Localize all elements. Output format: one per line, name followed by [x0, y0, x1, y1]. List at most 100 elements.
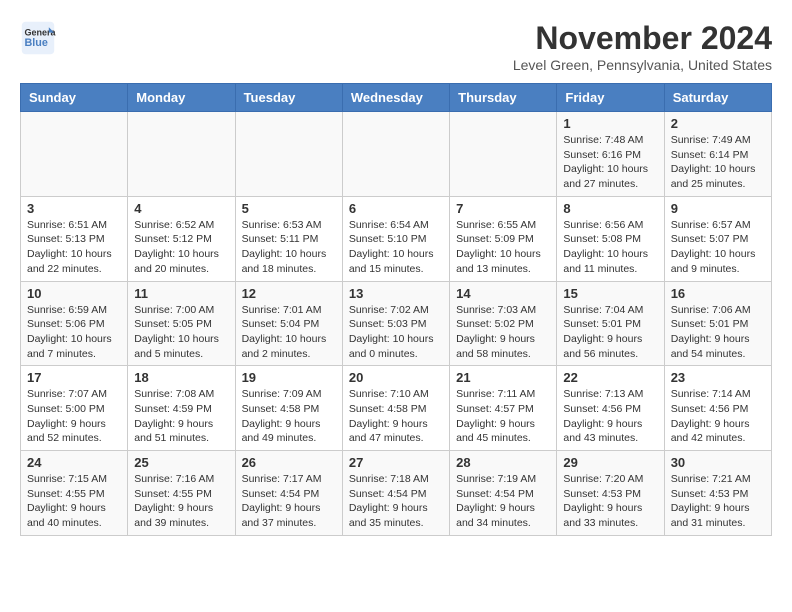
week-row-5: 24Sunrise: 7:15 AM Sunset: 4:55 PM Dayli… [21, 451, 772, 536]
calendar-cell: 5 Sunrise: 6:53 AM Sunset: 5:11 PM Daylig… [235, 196, 342, 281]
day-number: 13 [349, 286, 443, 301]
week-row-1: 1 Sunrise: 7:48 AM Sunset: 6:16 PM Daylig… [21, 112, 772, 197]
day-info: Sunrise: 7:16 AM Sunset: 4:55 PM Dayligh… [134, 472, 228, 531]
calendar-cell: 26 Sunrise: 7:17 AM Sunset: 4:54 PM Dayli… [235, 451, 342, 536]
calendar-cell: 30 Sunrise: 7:21 AM Sunset: 4:53 PM Dayli… [664, 451, 771, 536]
logo: General Blue [20, 20, 56, 56]
calendar-cell: 2 Sunrise: 7:49 AM Sunset: 6:14 PM Daylig… [664, 112, 771, 197]
day-number: 17 [27, 370, 121, 385]
week-row-2: 3 Sunrise: 6:51 AM Sunset: 5:13 PM Daylig… [21, 196, 772, 281]
day-number: 27 [349, 455, 443, 470]
day-number: 9 [671, 201, 765, 216]
day-info: Sunrise: 7:49 AM Sunset: 6:14 PM Dayligh… [671, 133, 765, 192]
calendar-table: SundayMondayTuesdayWednesdayThursdayFrid… [20, 83, 772, 536]
calendar-cell: 28Sunrise: 7:19 AM Sunset: 4:54 PM Dayli… [450, 451, 557, 536]
calendar-cell: 27 Sunrise: 7:18 AM Sunset: 4:54 PM Dayli… [342, 451, 449, 536]
calendar-cell: 1 Sunrise: 7:48 AM Sunset: 6:16 PM Daylig… [557, 112, 664, 197]
day-number: 1 [563, 116, 657, 131]
calendar-cell [128, 112, 235, 197]
day-info: Sunrise: 7:01 AM Sunset: 5:04 PM Dayligh… [242, 303, 336, 362]
calendar-cell [342, 112, 449, 197]
calendar-cell: 8 Sunrise: 6:56 AM Sunset: 5:08 PM Daylig… [557, 196, 664, 281]
day-info: Sunrise: 7:09 AM Sunset: 4:58 PM Dayligh… [242, 387, 336, 446]
day-number: 8 [563, 201, 657, 216]
col-header-saturday: Saturday [664, 84, 771, 112]
header: General Blue November 2024 Level Green, … [20, 20, 772, 73]
day-info: Sunrise: 6:54 AM Sunset: 5:10 PM Dayligh… [349, 218, 443, 277]
day-number: 14 [456, 286, 550, 301]
calendar-cell: 9Sunrise: 6:57 AM Sunset: 5:07 PM Daylig… [664, 196, 771, 281]
day-number: 23 [671, 370, 765, 385]
calendar-cell: 17 Sunrise: 7:07 AM Sunset: 5:00 PM Dayli… [21, 366, 128, 451]
calendar-cell: 18Sunrise: 7:08 AM Sunset: 4:59 PM Dayli… [128, 366, 235, 451]
day-info: Sunrise: 6:52 AM Sunset: 5:12 PM Dayligh… [134, 218, 228, 277]
col-header-tuesday: Tuesday [235, 84, 342, 112]
calendar-cell: 7 Sunrise: 6:55 AM Sunset: 5:09 PM Daylig… [450, 196, 557, 281]
day-info: Sunrise: 7:17 AM Sunset: 4:54 PM Dayligh… [242, 472, 336, 531]
day-number: 11 [134, 286, 228, 301]
day-info: Sunrise: 7:02 AM Sunset: 5:03 PM Dayligh… [349, 303, 443, 362]
day-info: Sunrise: 7:19 AM Sunset: 4:54 PM Dayligh… [456, 472, 550, 531]
calendar-cell: 6Sunrise: 6:54 AM Sunset: 5:10 PM Daylig… [342, 196, 449, 281]
week-row-3: 10 Sunrise: 6:59 AM Sunset: 5:06 PM Dayli… [21, 281, 772, 366]
calendar-cell [235, 112, 342, 197]
day-info: Sunrise: 6:59 AM Sunset: 5:06 PM Dayligh… [27, 303, 121, 362]
day-info: Sunrise: 7:14 AM Sunset: 4:56 PM Dayligh… [671, 387, 765, 446]
svg-text:Blue: Blue [25, 37, 48, 49]
title-area: November 2024 Level Green, Pennsylvania,… [513, 20, 772, 73]
day-number: 22 [563, 370, 657, 385]
day-number: 2 [671, 116, 765, 131]
day-info: Sunrise: 7:08 AM Sunset: 4:59 PM Dayligh… [134, 387, 228, 446]
day-info: Sunrise: 7:13 AM Sunset: 4:56 PM Dayligh… [563, 387, 657, 446]
week-row-4: 17 Sunrise: 7:07 AM Sunset: 5:00 PM Dayli… [21, 366, 772, 451]
month-year: November 2024 [513, 20, 772, 57]
day-number: 29 [563, 455, 657, 470]
day-info: Sunrise: 7:18 AM Sunset: 4:54 PM Dayligh… [349, 472, 443, 531]
day-info: Sunrise: 6:53 AM Sunset: 5:11 PM Dayligh… [242, 218, 336, 277]
day-number: 25 [134, 455, 228, 470]
day-number: 19 [242, 370, 336, 385]
calendar-cell: 29 Sunrise: 7:20 AM Sunset: 4:53 PM Dayli… [557, 451, 664, 536]
day-info: Sunrise: 7:10 AM Sunset: 4:58 PM Dayligh… [349, 387, 443, 446]
calendar-cell: 19 Sunrise: 7:09 AM Sunset: 4:58 PM Dayli… [235, 366, 342, 451]
day-number: 30 [671, 455, 765, 470]
day-info: Sunrise: 7:20 AM Sunset: 4:53 PM Dayligh… [563, 472, 657, 531]
col-header-friday: Friday [557, 84, 664, 112]
day-info: Sunrise: 7:00 AM Sunset: 5:05 PM Dayligh… [134, 303, 228, 362]
calendar-cell: 23 Sunrise: 7:14 AM Sunset: 4:56 PM Dayli… [664, 366, 771, 451]
calendar-cell: 3 Sunrise: 6:51 AM Sunset: 5:13 PM Daylig… [21, 196, 128, 281]
day-of-week-row: SundayMondayTuesdayWednesdayThursdayFrid… [21, 84, 772, 112]
day-number: 4 [134, 201, 228, 216]
day-number: 16 [671, 286, 765, 301]
day-number: 24 [27, 455, 121, 470]
calendar-cell: 11 Sunrise: 7:00 AM Sunset: 5:05 PM Dayli… [128, 281, 235, 366]
day-number: 21 [456, 370, 550, 385]
calendar-cell: 12Sunrise: 7:01 AM Sunset: 5:04 PM Dayli… [235, 281, 342, 366]
calendar-cell: 15 Sunrise: 7:04 AM Sunset: 5:01 PM Dayli… [557, 281, 664, 366]
day-info: Sunrise: 7:11 AM Sunset: 4:57 PM Dayligh… [456, 387, 550, 446]
day-info: Sunrise: 6:51 AM Sunset: 5:13 PM Dayligh… [27, 218, 121, 277]
day-info: Sunrise: 7:04 AM Sunset: 5:01 PM Dayligh… [563, 303, 657, 362]
day-info: Sunrise: 7:07 AM Sunset: 5:00 PM Dayligh… [27, 387, 121, 446]
calendar-cell: 24Sunrise: 7:15 AM Sunset: 4:55 PM Dayli… [21, 451, 128, 536]
day-number: 7 [456, 201, 550, 216]
day-number: 10 [27, 286, 121, 301]
day-number: 15 [563, 286, 657, 301]
col-header-wednesday: Wednesday [342, 84, 449, 112]
logo-icon: General Blue [20, 20, 56, 56]
day-number: 26 [242, 455, 336, 470]
day-number: 5 [242, 201, 336, 216]
day-info: Sunrise: 6:56 AM Sunset: 5:08 PM Dayligh… [563, 218, 657, 277]
day-number: 3 [27, 201, 121, 216]
day-info: Sunrise: 7:06 AM Sunset: 5:01 PM Dayligh… [671, 303, 765, 362]
calendar-cell: 25 Sunrise: 7:16 AM Sunset: 4:55 PM Dayli… [128, 451, 235, 536]
calendar-cell: 16 Sunrise: 7:06 AM Sunset: 5:01 PM Dayli… [664, 281, 771, 366]
day-info: Sunrise: 7:48 AM Sunset: 6:16 PM Dayligh… [563, 133, 657, 192]
calendar-cell [450, 112, 557, 197]
day-info: Sunrise: 6:55 AM Sunset: 5:09 PM Dayligh… [456, 218, 550, 277]
location: Level Green, Pennsylvania, United States [513, 57, 772, 73]
col-header-sunday: Sunday [21, 84, 128, 112]
day-info: Sunrise: 7:21 AM Sunset: 4:53 PM Dayligh… [671, 472, 765, 531]
calendar-cell [21, 112, 128, 197]
calendar-cell: 21 Sunrise: 7:11 AM Sunset: 4:57 PM Dayli… [450, 366, 557, 451]
